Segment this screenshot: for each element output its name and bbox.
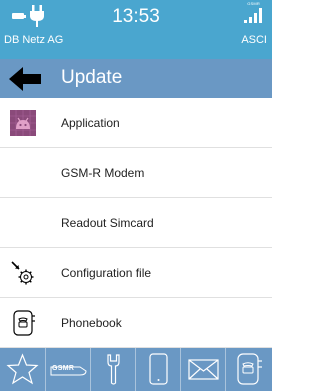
- phone-icon: [149, 353, 168, 385]
- star-icon: [6, 353, 39, 385]
- menu-item-label: Configuration file: [61, 266, 152, 280]
- menu-item-label: Readout Simcard: [61, 216, 154, 230]
- mail-icon: [188, 359, 219, 380]
- network-mode: ASCI: [241, 34, 267, 46]
- favorites-button[interactable]: [0, 348, 45, 391]
- phonebook-icon: [13, 310, 35, 336]
- back-arrow-icon[interactable]: [8, 66, 42, 92]
- menu-item-label: Phonebook: [61, 316, 122, 330]
- menu-item-label: Application: [61, 116, 120, 130]
- menu-item-gsmr-modem[interactable]: GSM-R Modem: [0, 148, 272, 198]
- menu-item-application[interactable]: Application: [0, 98, 272, 148]
- menu-item-configuration-file[interactable]: Configuration file: [0, 248, 272, 298]
- phonebook-button[interactable]: [225, 348, 272, 391]
- signal-strength-icon: [244, 8, 262, 23]
- menu-item-readout-simcard[interactable]: Readout Simcard: [0, 198, 272, 248]
- wrench-icon: [107, 354, 120, 385]
- status-clock: 13:53: [112, 6, 160, 27]
- config-gear-icon: [11, 261, 34, 285]
- network-operator: DB Netz AG: [4, 34, 64, 46]
- gsmr-logo-label: GSMR: [52, 365, 75, 372]
- bottom-toolbar: GSMR: [0, 348, 272, 391]
- menu-item-phonebook[interactable]: Phonebook: [0, 298, 272, 348]
- gsmr-button[interactable]: GSMR: [45, 348, 90, 391]
- page-title: Update: [61, 67, 123, 88]
- settings-button[interactable]: [90, 348, 135, 391]
- title-bar: Update: [0, 59, 272, 98]
- android-icon: [10, 110, 36, 136]
- phonebook-icon: [237, 353, 262, 385]
- update-menu: Application GSM-R Modem Readout Simcard …: [0, 98, 272, 348]
- messages-button[interactable]: [180, 348, 225, 391]
- status-bar: 13:53 DB Netz AG ASCI GSMR: [0, 0, 272, 59]
- gsmr-logo-icon: GSMR: [50, 363, 87, 376]
- phone-button[interactable]: [135, 348, 180, 391]
- menu-item-label: GSM-R Modem: [61, 166, 145, 180]
